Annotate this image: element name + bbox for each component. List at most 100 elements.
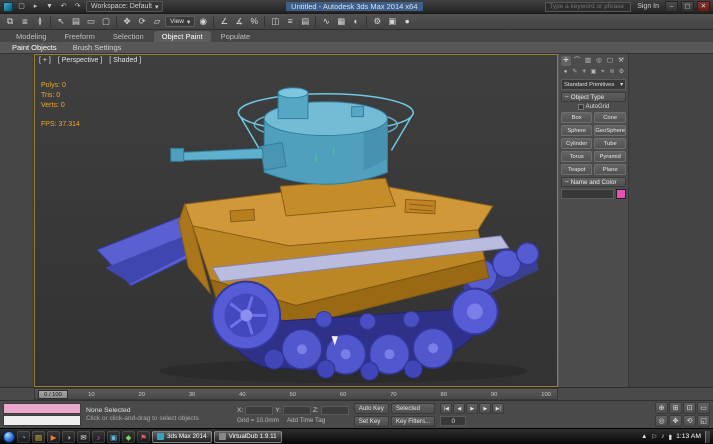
taskbar-app-icon[interactable]: ⚑	[137, 431, 150, 443]
save-file-icon[interactable]: ▼	[44, 1, 55, 12]
render-production-icon[interactable]: ●	[400, 15, 414, 28]
start-button[interactable]	[3, 431, 15, 443]
select-link-icon[interactable]: ⧉	[3, 15, 17, 28]
lights-category-icon[interactable]: ☀	[580, 68, 589, 77]
display-tab-icon[interactable]: ▢	[605, 56, 615, 66]
utilities-tab-icon[interactable]: ⚒	[616, 56, 626, 66]
new-scene-icon[interactable]: ▢	[16, 1, 27, 12]
create-sphere-button[interactable]: Sphere	[561, 125, 592, 136]
y-coordinate-field[interactable]	[283, 406, 311, 415]
show-desktop-button[interactable]	[705, 431, 710, 443]
create-teapot-button[interactable]: Teapot	[561, 164, 592, 175]
set-key-button[interactable]: Set Key	[354, 416, 389, 427]
listener-script-line[interactable]	[3, 415, 81, 426]
create-pyramid-button[interactable]: Pyramid	[594, 151, 626, 162]
select-object-icon[interactable]: ↖	[54, 15, 68, 28]
create-cylinder-button[interactable]: Cylinder	[561, 138, 592, 149]
layer-manager-icon[interactable]: ▤	[298, 15, 312, 28]
maxscript-mini-listener[interactable]	[3, 403, 81, 426]
name-color-rollout-header[interactable]: − Name and Color	[561, 177, 626, 187]
zoom-icon[interactable]: ⊕	[655, 402, 668, 414]
select-move-icon[interactable]: ✥	[120, 15, 134, 28]
play-button[interactable]: ▶	[466, 403, 478, 414]
reference-coordinate-dropdown[interactable]: View ▾	[165, 16, 195, 27]
align-icon[interactable]: ≡	[283, 15, 297, 28]
create-box-button[interactable]: Box	[561, 112, 592, 123]
motion-tab-icon[interactable]: ◎	[594, 56, 604, 66]
pan-icon[interactable]: ✥	[669, 415, 682, 427]
tray-network-icon[interactable]: ⚐	[651, 433, 657, 441]
window-crossing-icon[interactable]: ▢	[99, 15, 113, 28]
maximize-viewport-icon[interactable]: ◱	[697, 415, 710, 427]
z-coordinate-field[interactable]	[321, 406, 349, 415]
app-logo-icon[interactable]	[3, 2, 13, 12]
cameras-category-icon[interactable]: ▣	[589, 68, 598, 77]
tray-volume-icon[interactable]: ♪	[661, 433, 664, 440]
modify-tab-icon[interactable]: ⌒	[572, 56, 582, 66]
taskbar-app-icon[interactable]: ▤	[32, 431, 45, 443]
render-setup-icon[interactable]: ⚙	[370, 15, 384, 28]
zoom-extents-icon[interactable]: ⊡	[683, 402, 696, 414]
zoom-region-icon[interactable]: ▭	[697, 402, 710, 414]
object-name-field[interactable]	[561, 189, 614, 199]
helpers-category-icon[interactable]: ⌖	[598, 68, 607, 77]
taskbar-app-icon[interactable]: ♪	[92, 431, 105, 443]
taskbar-clock[interactable]: 1:13 AM	[676, 433, 701, 440]
viewport-menu-shading[interactable]: [ Shaded ]	[109, 57, 141, 64]
create-plane-button[interactable]: Plane	[594, 164, 626, 175]
time-tag-button[interactable]: Add Time Tag	[287, 417, 325, 424]
object-color-swatch[interactable]	[616, 189, 626, 199]
taskbar-app-icon[interactable]: ▶	[47, 431, 60, 443]
object-type-rollout-header[interactable]: − Object Type	[561, 92, 626, 102]
create-cone-button[interactable]: Cone	[594, 112, 626, 123]
curve-editor-icon[interactable]: ∿	[319, 15, 333, 28]
key-filters-button[interactable]: Key Filters...	[391, 416, 435, 427]
tab-object-paint[interactable]: Object Paint	[154, 31, 211, 42]
primitive-category-dropdown[interactable]: Standard Primitives ▾	[561, 79, 626, 90]
maximize-button[interactable]: ▢	[681, 1, 694, 12]
field-of-view-icon[interactable]: ◎	[655, 415, 668, 427]
selection-region-icon[interactable]: ▭	[84, 15, 98, 28]
bind-spacewarp-icon[interactable]: ≬	[33, 15, 47, 28]
viewport-menu-general[interactable]: [ + ]	[39, 57, 51, 64]
create-tab-icon[interactable]: ✛	[561, 56, 571, 66]
current-frame-field[interactable]	[440, 416, 466, 426]
autogrid-checkbox[interactable]	[578, 104, 584, 110]
use-center-icon[interactable]: ◉	[196, 15, 210, 28]
geometry-category-icon[interactable]: ●	[561, 68, 570, 77]
zoom-all-icon[interactable]: ⊞	[669, 402, 682, 414]
shapes-category-icon[interactable]: ✎	[570, 68, 579, 77]
listener-macro-line[interactable]	[3, 403, 81, 414]
tab-freeform[interactable]: Freeform	[56, 31, 102, 42]
select-by-name-icon[interactable]: ▤	[69, 15, 83, 28]
tab-selection[interactable]: Selection	[105, 31, 152, 42]
search-input[interactable]	[545, 2, 631, 12]
selection-set-dropdown[interactable]: Selected	[391, 403, 435, 414]
taskbar-app-icon[interactable]: ◑	[62, 431, 75, 443]
taskbar-app-icon[interactable]: ◔	[17, 431, 30, 443]
tab-modeling[interactable]: Modeling	[8, 31, 54, 42]
subtab-paint-objects[interactable]: Paint Objects	[12, 43, 57, 52]
perspective-viewport[interactable]: [ + ] [ Perspective ] [ Shaded ] Polys: …	[34, 54, 558, 387]
undo-icon[interactable]: ↶	[58, 1, 69, 12]
systems-category-icon[interactable]: ⚙	[617, 68, 626, 77]
schematic-view-icon[interactable]: ▦	[334, 15, 348, 28]
go-to-start-button[interactable]: |◀	[440, 403, 452, 414]
taskbar-window-3dsmax[interactable]: 3ds Max 2014	[152, 431, 212, 443]
taskbar-window-virtualdub[interactable]: VirtualDub 1.9.11	[214, 431, 282, 443]
select-rotate-icon[interactable]: ⟳	[135, 15, 149, 28]
redo-icon[interactable]: ↷	[72, 1, 83, 12]
create-geosphere-button[interactable]: GeoSphere	[594, 125, 626, 136]
unlink-icon[interactable]: ⧈	[18, 15, 32, 28]
time-slider-track[interactable]: 0 / 100 0 10 20 30 40 50 60 70 80 90 100	[34, 388, 558, 400]
next-frame-button[interactable]: ▶	[479, 403, 491, 414]
angle-snap-icon[interactable]: ∡	[232, 15, 246, 28]
sign-in-link[interactable]: Sign In	[634, 3, 662, 10]
percent-snap-icon[interactable]: %	[247, 15, 261, 28]
open-file-icon[interactable]: ▸	[30, 1, 41, 12]
go-to-end-button[interactable]: ▶|	[492, 403, 504, 414]
taskbar-app-icon[interactable]: ◆	[122, 431, 135, 443]
x-coordinate-field[interactable]	[245, 406, 273, 415]
minimize-button[interactable]: –	[665, 1, 678, 12]
viewport-menu-pov[interactable]: [ Perspective ]	[58, 57, 102, 64]
